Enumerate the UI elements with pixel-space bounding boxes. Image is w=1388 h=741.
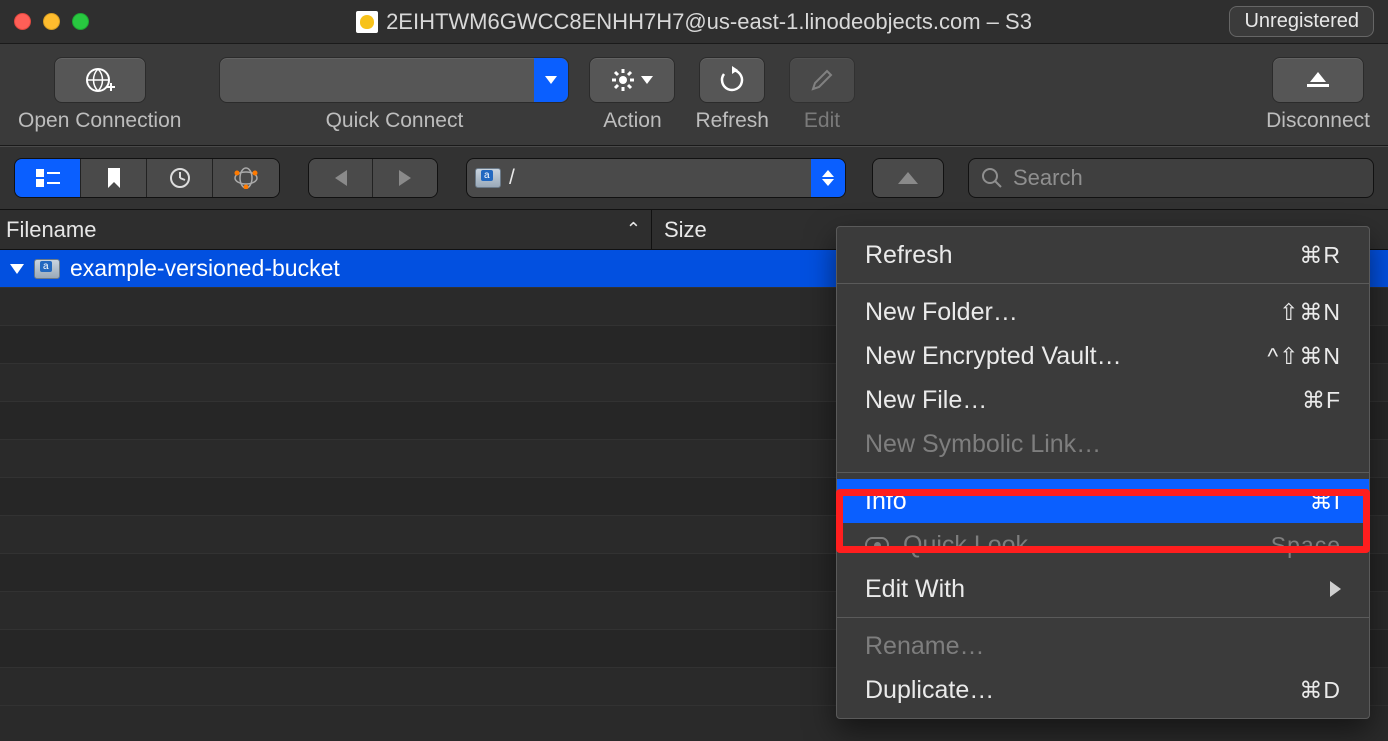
view-segmented-control xyxy=(14,158,280,198)
path-dropdown[interactable]: / xyxy=(466,158,846,198)
ctx-info-shortcut: ⌘I xyxy=(1310,488,1341,515)
window-controls xyxy=(14,13,89,30)
context-menu: Refresh ⌘R New Folder… ⇧⌘N New Encrypted… xyxy=(836,226,1370,719)
titlebar: 2EIHTWM6GWCC8ENHH7H7@us-east-1.linodeobj… xyxy=(0,0,1388,44)
bucket-icon xyxy=(34,259,60,279)
ctx-info-label: Info xyxy=(865,487,907,516)
ctx-rename-label: Rename… xyxy=(865,632,985,661)
ctx-new-file-shortcut: ⌘F xyxy=(1302,387,1341,414)
open-connection-button[interactable] xyxy=(54,57,146,103)
disclosure-triangle-icon[interactable] xyxy=(10,264,24,274)
triangle-right-icon xyxy=(399,170,411,186)
ctx-duplicate-shortcut: ⌘D xyxy=(1299,677,1341,704)
zoom-window-button[interactable] xyxy=(72,13,89,30)
open-connection-label: Open Connection xyxy=(18,109,181,133)
refresh-label: Refresh xyxy=(695,109,769,133)
ctx-separator xyxy=(837,283,1369,284)
ctx-refresh-shortcut: ⌘R xyxy=(1299,242,1341,269)
disconnect-group: Disconnect xyxy=(1266,57,1370,133)
ctx-refresh-label: Refresh xyxy=(865,241,953,270)
close-window-button[interactable] xyxy=(14,13,31,30)
ctx-new-folder-label: New Folder… xyxy=(865,298,1018,327)
ctx-edit-with[interactable]: Edit With xyxy=(837,567,1369,611)
edit-label: Edit xyxy=(804,109,840,133)
submenu-arrow-icon xyxy=(1330,581,1341,597)
action-group: Action xyxy=(589,57,675,133)
view-list-button[interactable] xyxy=(15,159,81,197)
quick-connect-dropdown[interactable] xyxy=(219,57,569,103)
bookmarks-button[interactable] xyxy=(81,159,147,197)
go-up-button[interactable] xyxy=(872,158,944,198)
triangle-left-icon xyxy=(335,170,347,186)
search-placeholder: Search xyxy=(1013,165,1083,191)
ctx-duplicate-label: Duplicate… xyxy=(865,676,994,705)
history-button[interactable] xyxy=(147,159,213,197)
disconnect-button[interactable] xyxy=(1272,57,1364,103)
quick-connect-label: Quick Connect xyxy=(326,109,464,133)
quick-connect-group: Quick Connect xyxy=(219,57,569,133)
chevron-down-icon xyxy=(641,76,653,84)
unregistered-badge[interactable]: Unregistered xyxy=(1229,6,1374,37)
eye-icon xyxy=(865,537,889,553)
nav-back-button[interactable] xyxy=(309,159,373,197)
ctx-new-folder[interactable]: New Folder… ⇧⌘N xyxy=(837,290,1369,334)
nav-back-forward xyxy=(308,158,438,198)
ctx-quick-look-label: Quick Look xyxy=(903,531,1028,560)
column-header-size-label: Size xyxy=(664,217,707,242)
action-button[interactable] xyxy=(589,57,675,103)
ctx-edit-with-label: Edit With xyxy=(865,575,965,604)
ctx-new-file[interactable]: New File… ⌘F xyxy=(837,378,1369,422)
refresh-group: Refresh xyxy=(695,57,769,133)
column-header-filename-label: Filename xyxy=(6,217,96,243)
ctx-separator xyxy=(837,472,1369,473)
main-toolbar: Open Connection Quick Connect Action Ref… xyxy=(0,44,1388,146)
column-header-size[interactable]: Size xyxy=(652,217,707,243)
action-label: Action xyxy=(603,109,661,133)
search-input[interactable]: Search xyxy=(968,158,1374,198)
ctx-duplicate[interactable]: Duplicate… ⌘D xyxy=(837,668,1369,712)
sort-ascending-icon: ⌃ xyxy=(626,219,641,240)
ctx-separator xyxy=(837,617,1369,618)
ctx-rename: Rename… xyxy=(837,624,1369,668)
ctx-new-folder-shortcut: ⇧⌘N xyxy=(1279,299,1341,326)
open-connection-group: Open Connection xyxy=(18,57,181,133)
bonjour-button[interactable] xyxy=(213,159,279,197)
minimize-window-button[interactable] xyxy=(43,13,60,30)
edit-group: Edit xyxy=(789,57,855,133)
window-title: 2EIHTWM6GWCC8ENHH7H7@us-east-1.linodeobj… xyxy=(386,9,1032,35)
ctx-new-file-label: New File… xyxy=(865,386,987,415)
file-name: example-versioned-bucket xyxy=(70,255,340,282)
secondary-toolbar: / Search xyxy=(0,146,1388,210)
ctx-new-vault[interactable]: New Encrypted Vault… ^⇧⌘N xyxy=(837,334,1369,378)
ctx-new-vault-label: New Encrypted Vault… xyxy=(865,342,1122,371)
disconnect-label: Disconnect xyxy=(1266,109,1370,133)
ctx-info[interactable]: Info ⌘I xyxy=(837,479,1369,523)
nav-forward-button[interactable] xyxy=(373,159,437,197)
column-header-filename[interactable]: Filename ⌃ xyxy=(0,210,652,249)
path-stepper-icon xyxy=(811,159,845,197)
ctx-quick-look-shortcut: Space xyxy=(1271,532,1341,559)
app-icon xyxy=(356,11,378,33)
ctx-refresh[interactable]: Refresh ⌘R xyxy=(837,233,1369,277)
ctx-new-symlink-label: New Symbolic Link… xyxy=(865,430,1101,459)
ctx-quick-look: Quick Look Space xyxy=(837,523,1369,567)
ctx-new-symlink: New Symbolic Link… xyxy=(837,422,1369,466)
refresh-button[interactable] xyxy=(699,57,765,103)
chevron-down-icon xyxy=(534,58,568,102)
volume-icon xyxy=(475,168,501,188)
ctx-new-vault-shortcut: ^⇧⌘N xyxy=(1267,343,1341,370)
edit-button[interactable] xyxy=(789,57,855,103)
path-text: / xyxy=(509,166,515,190)
search-icon xyxy=(981,167,1003,189)
triangle-up-icon xyxy=(898,172,918,184)
